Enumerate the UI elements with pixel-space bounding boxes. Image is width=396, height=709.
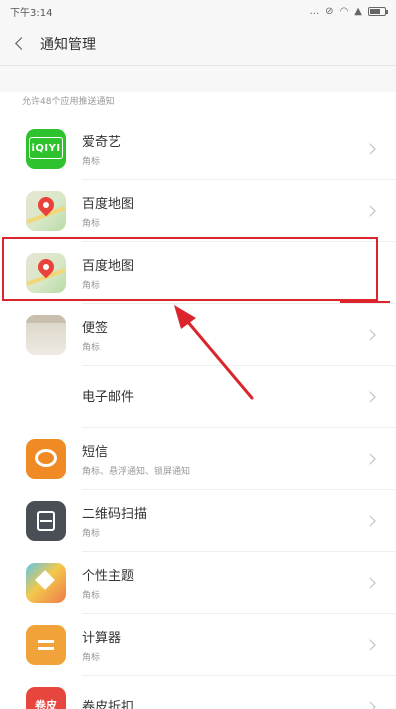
app-name: 个性主题: [82, 569, 135, 584]
app-name: 短信: [82, 445, 109, 460]
app-row-juanpi[interactable]: 卷皮 卷皮折扣: [0, 676, 396, 709]
app-row-iqiyi[interactable]: iQIYI 爱奇艺 角标: [0, 118, 396, 180]
sms-icon: [26, 439, 66, 479]
app-row-sms[interactable]: 短信 角标、悬浮通知、锁屏通知: [0, 428, 396, 490]
app-row-notes[interactable]: 便签 角标: [0, 304, 396, 366]
app-row-email[interactable]: 电子邮件: [0, 366, 396, 428]
calculator-icon: [26, 625, 66, 665]
chevron-right-icon: [364, 701, 376, 709]
theme-icon: [26, 563, 66, 603]
app-notification-types: 角标: [82, 219, 101, 229]
more-icon: ...: [309, 5, 320, 17]
app-list: iQIYI 爱奇艺 角标 百度地图 角标 百度地图 角标 便签 角标 电子邮件 …: [0, 118, 396, 709]
app-name: 计算器: [82, 631, 122, 646]
status-time: 下午3:14: [10, 7, 53, 19]
chevron-right-icon: [364, 329, 376, 341]
section-title: 允许48个应用推送通知: [22, 97, 115, 107]
chevron-right-icon: [364, 391, 376, 403]
app-row-baidu-map[interactable]: 百度地图 角标: [0, 180, 396, 242]
app-header: 通知管理: [0, 22, 396, 66]
app-name: 卷皮折扣: [82, 699, 135, 709]
chevron-right-icon: [364, 143, 376, 155]
app-notification-types: 角标、悬浮通知、锁屏通知: [82, 467, 191, 477]
app-name: 爱奇艺: [82, 135, 122, 150]
email-icon: [26, 377, 66, 417]
app-notification-types: 角标: [82, 157, 101, 167]
app-name: 便签: [82, 321, 109, 336]
battery-icon: [368, 6, 388, 16]
app-notification-types: 角标: [82, 343, 101, 353]
chevron-left-icon: [14, 37, 28, 50]
chevron-right-icon: [364, 639, 376, 651]
page-title: 通知管理: [40, 36, 96, 53]
app-name: 二维码扫描: [82, 507, 148, 522]
qr-scan-icon: [26, 501, 66, 541]
chevron-right-icon: [364, 515, 376, 527]
app-row-theme[interactable]: 个性主题 角标: [0, 552, 396, 614]
chevron-right-icon: [364, 453, 376, 465]
notification-management-screen: 下午3:14 ... ⊘ ◠ ▲ 通知管理 允许48个应用推送通知 iQIYI …: [0, 0, 396, 709]
mute-icon: ⊘: [325, 5, 334, 17]
chevron-right-icon: [364, 577, 376, 589]
app-notification-types: 角标: [82, 591, 101, 601]
app-name: 百度地图: [82, 197, 135, 212]
status-bar: 下午3:14 ... ⊘ ◠ ▲: [0, 0, 396, 22]
juanpi-icon: 卷皮: [26, 687, 66, 709]
iqiyi-icon: iQIYI: [26, 129, 66, 169]
chevron-right-icon: [364, 205, 376, 217]
app-notification-types: 角标: [82, 529, 101, 539]
highlight-box: [2, 237, 378, 301]
app-notification-types: 角标: [82, 653, 101, 663]
app-name: 电子邮件: [82, 389, 135, 405]
baidu-map-icon: [26, 191, 66, 231]
wifi-icon: ◠: [339, 5, 349, 17]
highlight-underline: [340, 301, 390, 303]
app-row-qr-scan[interactable]: 二维码扫描 角标: [0, 490, 396, 552]
app-row-calculator[interactable]: 计算器 角标: [0, 614, 396, 676]
signal-icon: ▲: [354, 5, 362, 17]
back-button[interactable]: [0, 37, 34, 50]
notes-icon: [26, 315, 66, 355]
